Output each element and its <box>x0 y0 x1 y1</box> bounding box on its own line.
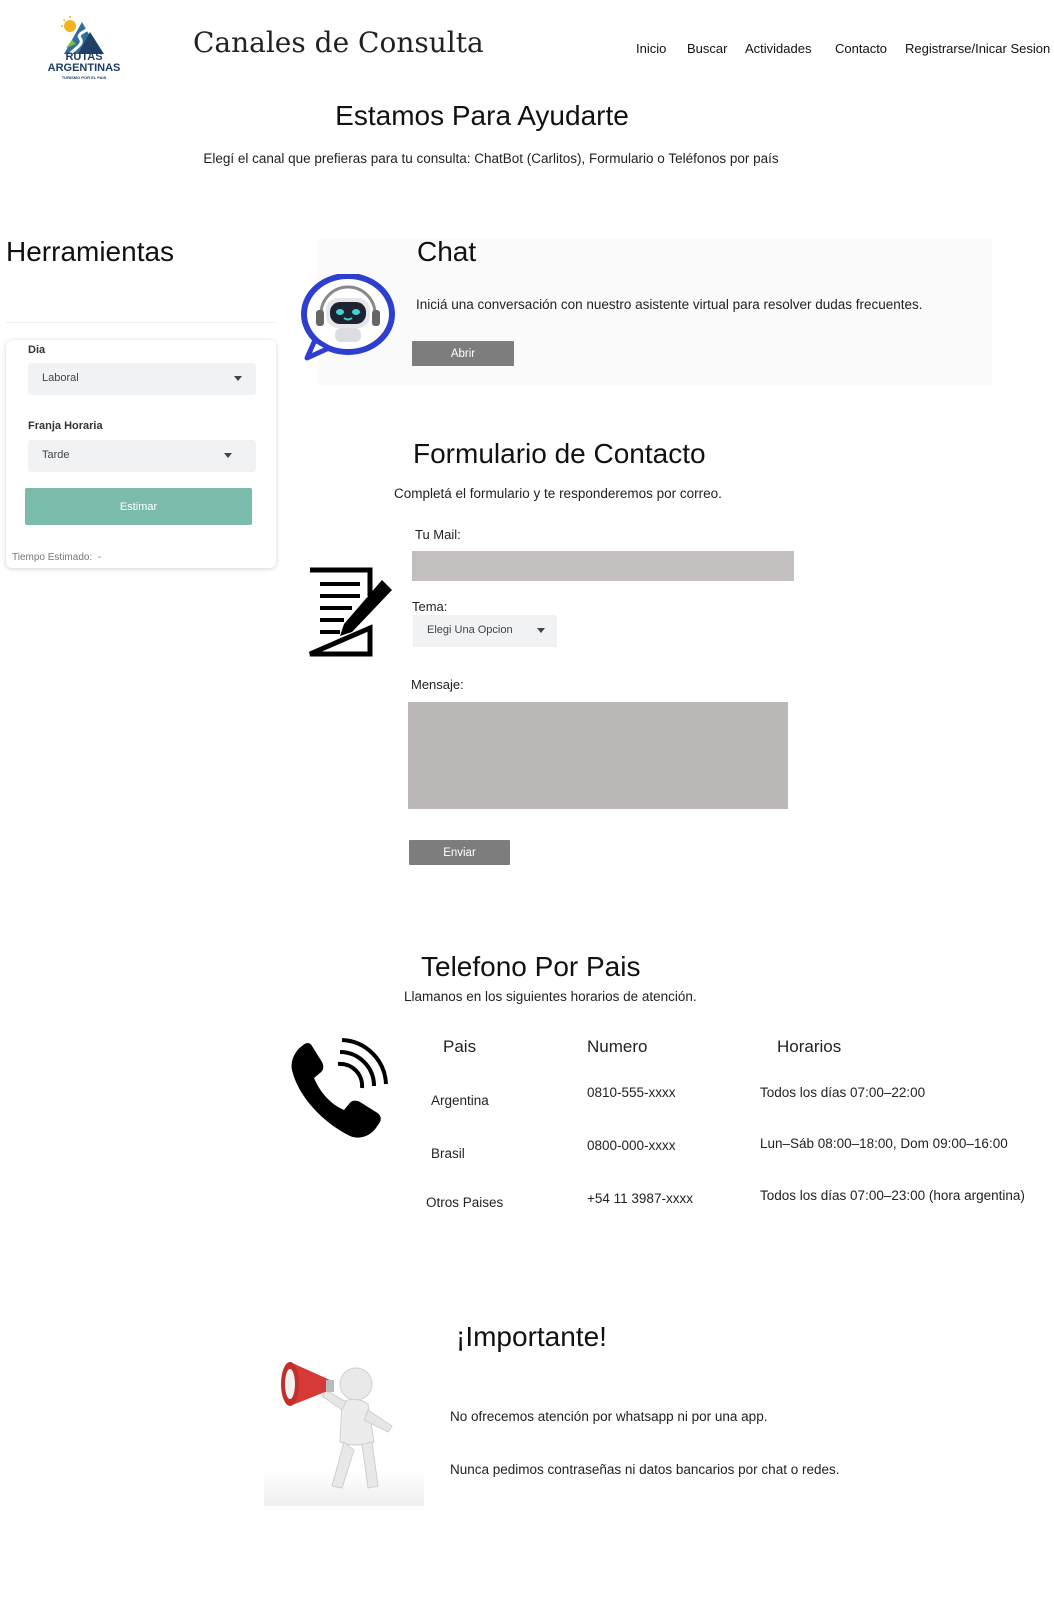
mail-label: Tu Mail: <box>415 527 461 542</box>
nav-buscar[interactable]: Buscar <box>687 41 727 56</box>
topic-label: Tema: <box>412 599 448 614</box>
important-title: ¡Importante! <box>456 1321 607 1352</box>
estimator-card: Dia Laboral Franja Horaria Tarde Estimar… <box>6 340 276 568</box>
document-edit-icon <box>309 567 392 657</box>
phones-subtitle: Llamanos en los siguientes horarios de a… <box>404 989 697 1004</box>
row-hours: Todos los días 07:00–23:00 (hora argenti… <box>760 1188 1025 1203</box>
slot-select-value: Tarde <box>42 449 70 461</box>
header-pais: Pais <box>443 1037 477 1056</box>
form-title: Formulario de Contacto <box>413 438 706 469</box>
chevron-down-icon <box>537 628 545 633</box>
nav-actividades[interactable]: Actividades <box>745 41 811 56</box>
divider <box>6 322 276 323</box>
row-country: Argentina <box>431 1093 489 1108</box>
row-number: +54 11 3987-xxxx <box>587 1191 693 1206</box>
nav-inicio[interactable]: Inicio <box>636 41 666 56</box>
page-title: Canales de Consulta <box>193 26 484 59</box>
estimate-button[interactable]: Estimar <box>25 488 252 525</box>
header-numero: Numero <box>587 1037 648 1056</box>
row-number: 0810-555-xxxx <box>587 1085 676 1100</box>
header-horarios: Horarios <box>777 1037 842 1056</box>
open-chat-button[interactable]: Abrir <box>412 341 514 366</box>
chevron-down-icon <box>234 376 242 381</box>
slot-label: Franja Horaria <box>28 420 103 432</box>
important-line-1: No ofrecemos atención por whatsapp ni po… <box>450 1409 768 1424</box>
estimated-time-value: - <box>97 552 102 563</box>
day-select-value: Laboral <box>42 372 79 384</box>
row-number: 0800-000-xxxx <box>587 1138 676 1153</box>
estimated-time: Tiempo Estimado: - <box>12 552 101 563</box>
topic-select[interactable]: Elegi Una Opcion <box>413 615 557 647</box>
row-country: Brasil <box>431 1146 465 1161</box>
megaphone-figure-icon <box>264 1362 424 1506</box>
nav-contacto[interactable]: Contacto <box>835 41 887 56</box>
hero-subtitle: Elegí el canal que prefieras para tu con… <box>203 151 779 166</box>
row-country: Otros Paises <box>426 1195 504 1210</box>
day-label: Dia <box>28 344 46 356</box>
logo-line-2: ARGENTINAS <box>47 62 121 74</box>
tools-title: Herramientas <box>6 236 175 267</box>
day-select[interactable]: Laboral <box>28 363 256 395</box>
chat-description: Iniciá una conversación con nuestro asis… <box>416 297 923 312</box>
phones-title: Telefono Por Pais <box>421 951 641 982</box>
logo-tagline: TURISMO POR EL PAIS <box>61 75 107 80</box>
email-field[interactable] <box>412 551 794 581</box>
hero-title: Estamos Para Ayudarte <box>335 100 629 131</box>
slot-select[interactable]: Tarde <box>28 440 256 472</box>
robot-chat-icon <box>301 274 395 361</box>
row-hours: Todos los días 07:00–22:00 <box>760 1085 926 1100</box>
important-line-2: Nunca pedimos contraseñas ni datos banca… <box>450 1462 840 1477</box>
chat-title: Chat <box>417 236 477 267</box>
phone-call-icon <box>291 1038 388 1138</box>
send-button[interactable]: Enviar <box>409 840 510 865</box>
site-logo[interactable]: RUTAS ARGENTINAS TURISMO POR EL PAIS <box>44 14 124 80</box>
estimated-time-label: Tiempo Estimado: <box>12 552 93 563</box>
message-label: Mensaje: <box>411 677 464 692</box>
form-subtitle: Completá el formulario y te responderemo… <box>394 486 722 501</box>
chevron-down-icon <box>224 453 232 458</box>
message-field[interactable] <box>408 702 788 809</box>
row-hours: Lun–Sáb 08:00–18:00, Dom 09:00–16:00 <box>760 1136 1008 1151</box>
nav-registrarse[interactable]: Registrarse/Inicar Sesion <box>905 41 1050 56</box>
topic-select-value: Elegi Una Opcion <box>427 624 513 636</box>
